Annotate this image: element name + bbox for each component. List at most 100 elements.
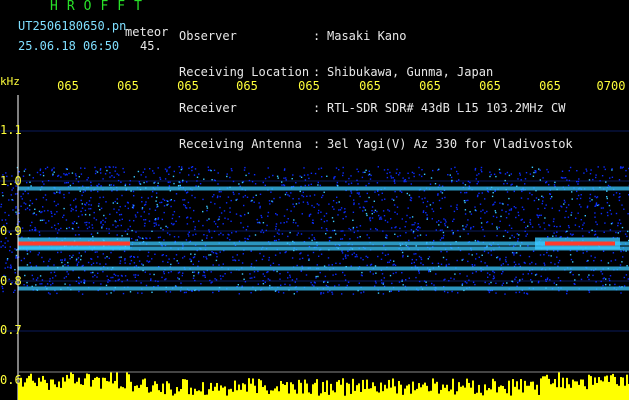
- noise-speck: [580, 206, 582, 208]
- noise-speck: [332, 274, 334, 276]
- noise-speck: [531, 226, 534, 228]
- noise-speck: [43, 183, 45, 185]
- noise-speck: [156, 206, 158, 208]
- noise-speck: [470, 226, 472, 229]
- noise-speck: [410, 183, 412, 185]
- noise-speck: [196, 180, 198, 182]
- level-bar: [336, 381, 338, 400]
- noise-speck: [617, 224, 619, 227]
- level-bar: [562, 377, 564, 400]
- noise-speck: [121, 218, 123, 220]
- noise-speck: [90, 184, 92, 187]
- noise-speck: [15, 249, 18, 251]
- level-bar: [486, 390, 488, 400]
- file-suffix: meteor: [125, 25, 169, 39]
- noise-speck: [259, 193, 262, 195]
- noise-speck: [209, 279, 211, 282]
- noise-speck: [620, 166, 622, 168]
- noise-speck: [622, 256, 624, 258]
- noise-speck: [496, 235, 498, 237]
- noise-speck: [502, 271, 504, 273]
- noise-speck: [587, 276, 589, 278]
- level-bar: [322, 381, 324, 400]
- level-bar: [208, 389, 210, 400]
- noise-speck: [0, 206, 2, 208]
- noise-speck: [112, 224, 114, 226]
- noise-speck: [570, 211, 573, 214]
- noise-speck: [457, 229, 459, 232]
- noise-speck: [134, 239, 137, 241]
- noise-speck: [418, 255, 421, 258]
- noise-speck: [618, 179, 621, 181]
- noise-speck: [149, 237, 151, 239]
- noise-speck: [69, 255, 71, 257]
- noise-speck: [153, 222, 155, 224]
- noise-speck: [216, 196, 219, 199]
- noise-speck: [347, 281, 350, 283]
- noise-speck: [422, 210, 425, 212]
- level-bar: [462, 385, 464, 400]
- level-bar: [442, 384, 444, 400]
- level-bar: [24, 382, 26, 400]
- noise-speck: [313, 194, 316, 196]
- noise-speck: [459, 235, 461, 238]
- noise-speck: [611, 168, 613, 170]
- noise-speck: [429, 204, 432, 206]
- noise-speck: [156, 203, 158, 206]
- noise-speck: [487, 276, 489, 278]
- noise-speck: [373, 211, 375, 213]
- noise-speck: [523, 292, 525, 294]
- noise-speck: [499, 257, 501, 260]
- noise-speck: [443, 290, 446, 293]
- level-bar: [474, 393, 476, 400]
- noise-speck: [306, 195, 308, 197]
- noise-speck: [494, 201, 496, 203]
- noise-speck: [123, 171, 125, 173]
- y-tick: 0.7: [0, 323, 22, 337]
- noise-speck: [190, 253, 192, 255]
- level-bar: [348, 383, 350, 400]
- noise-speck: [624, 233, 627, 235]
- noise-speck: [542, 196, 544, 199]
- level-bar: [620, 377, 622, 400]
- noise-speck: [4, 219, 7, 221]
- noise-speck: [422, 211, 425, 213]
- noise-speck: [417, 235, 419, 237]
- noise-speck: [508, 209, 511, 211]
- noise-speck: [68, 172, 70, 175]
- x-tick: 065: [57, 79, 79, 93]
- noise-speck: [558, 209, 561, 212]
- noise-speck: [9, 249, 11, 252]
- noise-speck: [408, 239, 410, 242]
- noise-speck: [14, 193, 17, 195]
- level-bar: [340, 384, 342, 400]
- noise-speck: [133, 262, 136, 264]
- noise-speck: [301, 194, 303, 197]
- noise-speck: [150, 278, 152, 280]
- noise-speck: [426, 218, 428, 220]
- noise-speck: [281, 233, 284, 235]
- noise-speck: [41, 283, 43, 285]
- noise-speck: [341, 293, 343, 295]
- noise-speck: [208, 229, 210, 231]
- noise-speck: [570, 214, 572, 216]
- level-bar: [168, 383, 170, 400]
- level-bar: [452, 378, 454, 400]
- noise-speck: [504, 179, 506, 182]
- noise-speck: [94, 274, 96, 277]
- noise-speck: [86, 202, 88, 204]
- noise-speck: [553, 232, 555, 234]
- noise-speck: [110, 292, 112, 294]
- noise-speck: [420, 256, 422, 259]
- noise-speck: [259, 252, 261, 255]
- noise-speck: [623, 276, 625, 279]
- level-bar: [550, 384, 552, 400]
- level-bar: [404, 388, 406, 400]
- level-bar: [220, 385, 222, 400]
- noise-speck: [135, 265, 138, 267]
- noise-speck: [0, 246, 2, 248]
- noise-speck: [402, 256, 404, 258]
- noise-speck: [77, 215, 80, 218]
- level-bar: [98, 377, 100, 400]
- noise-speck: [60, 176, 62, 178]
